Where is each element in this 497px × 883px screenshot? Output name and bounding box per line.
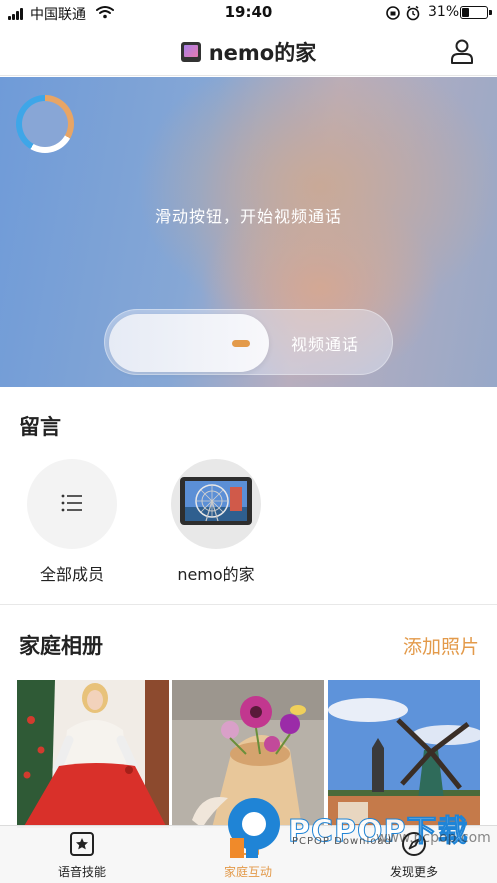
slider-label: 视频通话 bbox=[291, 335, 360, 354]
nav-title-group: nemo的家 bbox=[0, 37, 497, 67]
member-device[interactable]: nemo的家 bbox=[156, 459, 276, 585]
album-photo[interactable] bbox=[328, 680, 480, 828]
slider-grip-icon bbox=[232, 340, 250, 347]
photo-windmill bbox=[328, 680, 480, 828]
home-interaction-icon bbox=[237, 834, 259, 855]
video-call-hint: 滑动按钮，开始视频通话 bbox=[154, 207, 342, 226]
loading-ring-icon bbox=[16, 95, 74, 153]
user-icon[interactable] bbox=[449, 38, 475, 64]
ferris-wheel-image bbox=[185, 481, 247, 522]
album-photo[interactable] bbox=[17, 680, 169, 828]
add-photo-button[interactable]: 添加照片 bbox=[403, 632, 479, 659]
tab-bar: 语音技能 家庭互动 发现更多 bbox=[0, 825, 497, 883]
home-display-icon bbox=[180, 42, 201, 62]
page-title: nemo的家 bbox=[208, 41, 317, 65]
nav-bar: nemo的家 bbox=[0, 26, 497, 76]
tab-family-interaction[interactable]: 家庭互动 bbox=[188, 830, 308, 880]
album-title: 家庭相册 bbox=[19, 634, 103, 658]
tab-label: 发现更多 bbox=[389, 865, 438, 879]
video-call-panel: 滑动按钮，开始视频通话 视频通话 bbox=[0, 77, 497, 387]
device-screen bbox=[180, 477, 252, 525]
status-bar: 中国联通 19:40 31% bbox=[0, 0, 497, 26]
avatar[interactable] bbox=[27, 459, 117, 549]
tab-voice-skills[interactable]: 语音技能 bbox=[22, 830, 142, 880]
section-divider bbox=[0, 604, 497, 605]
tab-label: 语音技能 bbox=[57, 865, 106, 879]
rotation-lock-and-alarm-icons bbox=[386, 5, 420, 21]
list-icon bbox=[61, 494, 82, 512]
member-all[interactable]: 全部成员 bbox=[12, 459, 132, 585]
battery-icon bbox=[460, 6, 492, 19]
photo-woman-in-red bbox=[17, 680, 169, 828]
tab-label: 家庭互动 bbox=[223, 865, 272, 879]
star-square-icon bbox=[70, 832, 94, 856]
slider-knob[interactable] bbox=[109, 314, 269, 372]
video-call-slider[interactable]: 视频通话 bbox=[104, 309, 393, 375]
battery-percent: 31% bbox=[428, 4, 460, 20]
member-name: 全部成员 bbox=[39, 565, 104, 584]
device-avatar[interactable] bbox=[171, 459, 261, 549]
member-name: nemo的家 bbox=[177, 565, 255, 584]
tab-discover-more[interactable]: 发现更多 bbox=[354, 830, 474, 880]
messages-title: 留言 bbox=[19, 415, 61, 439]
photo-flowers-in-eggshell bbox=[172, 680, 324, 828]
album-photo[interactable] bbox=[172, 680, 324, 828]
compass-icon bbox=[402, 832, 426, 856]
